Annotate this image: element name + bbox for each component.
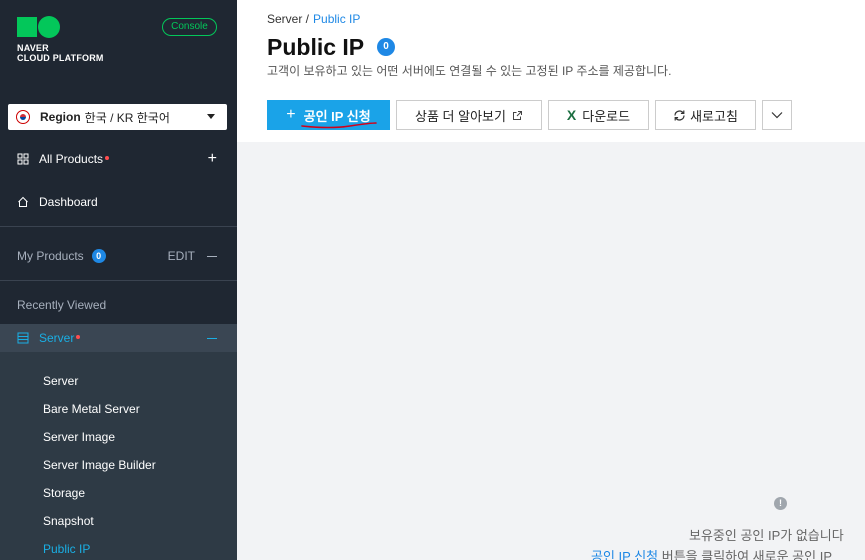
learn-more-label: 상품 더 알아보기 <box>415 108 506 124</box>
breadcrumb-parent[interactable]: Server / <box>267 12 309 26</box>
my-products-label: My Products <box>17 249 84 263</box>
subnav-item-server-image-builder[interactable]: Server Image Builder <box>43 458 156 472</box>
breadcrumb: Server / Public IP <box>267 12 360 26</box>
edit-button[interactable]: EDIT <box>168 249 195 263</box>
refresh-label: 새로고침 <box>690 108 738 124</box>
page-subtitle: 고객이 보유하고 있는 어떤 서버에도 연결될 수 있는 고정된 IP 주소를 … <box>267 64 672 78</box>
sidebar-divider <box>0 280 237 281</box>
annotation-underline-icon <box>301 122 377 129</box>
server-icon <box>17 332 29 344</box>
nav-server-group[interactable]: Server <box>0 324 237 352</box>
sidebar-divider <box>0 226 237 227</box>
external-link-icon <box>512 110 522 120</box>
recently-viewed-label: Recently Viewed <box>17 298 107 312</box>
naver-cloud-logo[interactable]: NAVER CLOUD PLATFORM <box>17 16 104 63</box>
download-label: 다운로드 <box>582 108 631 124</box>
subnav-item-snapshot[interactable]: Snapshot <box>43 514 94 528</box>
region-label: Region <box>40 110 81 124</box>
server-group-label: Server <box>39 331 75 345</box>
chevron-down-icon <box>771 112 783 119</box>
breadcrumb-current[interactable]: Public IP <box>313 12 360 26</box>
logo-line1: NAVER <box>17 43 49 53</box>
refresh-icon <box>674 109 685 121</box>
learn-more-button[interactable]: 상품 더 알아보기 <box>396 100 542 130</box>
nav-my-products[interactable]: My Products 0 EDIT <box>0 249 237 263</box>
nav-dashboard[interactable]: Dashboard <box>0 195 237 209</box>
empty-state-hint-text: 버튼을 클릭하여 새로운 공인 IP <box>658 549 832 560</box>
empty-state-hint: 공인 IP 신청 버튼을 클릭하여 새로운 공인 IP <box>591 546 832 560</box>
region-value: 한국 / KR 한국어 <box>84 110 170 125</box>
caret-down-icon <box>207 114 215 119</box>
subnav-item-public-ip[interactable]: Public IP <box>43 542 90 556</box>
nav-all-products[interactable]: All Products + <box>0 151 237 167</box>
server-subnav: Server Bare Metal Server Server Image Se… <box>0 352 237 560</box>
plus-icon[interactable]: + <box>208 151 217 167</box>
title-count-badge: 0 <box>377 38 395 56</box>
new-dot-icon <box>76 335 81 339</box>
all-products-label: All Products <box>39 152 104 166</box>
nav-recently-viewed[interactable]: Recently Viewed <box>0 298 237 312</box>
excel-icon: X <box>566 107 577 123</box>
subnav-item-server[interactable]: Server <box>43 374 78 388</box>
empty-state-apply-link[interactable]: 공인 IP 신청 <box>591 549 658 560</box>
logo-line2: CLOUD PLATFORM <box>17 53 104 63</box>
subnav-item-storage[interactable]: Storage <box>43 486 85 500</box>
download-button[interactable]: X 다운로드 <box>548 100 649 130</box>
my-products-count-badge: 0 <box>91 249 106 263</box>
info-icon: ! <box>774 497 787 510</box>
content-area <box>237 142 865 560</box>
dashboard-label: Dashboard <box>39 195 98 209</box>
plus-icon: + <box>286 106 296 123</box>
subnav-item-server-image[interactable]: Server Image <box>43 430 115 444</box>
sidebar: NAVER CLOUD PLATFORM Console Region 한국 /… <box>0 0 237 560</box>
new-dot-icon <box>105 156 110 160</box>
korea-flag-icon <box>16 110 30 124</box>
collapse-minus-icon[interactable] <box>207 337 217 339</box>
empty-state-message: 보유중인 공인 IP가 없습니다 <box>689 528 844 543</box>
subnav-item-bare-metal-server[interactable]: Bare Metal Server <box>43 402 140 416</box>
grid-icon <box>17 153 29 165</box>
console-badge[interactable]: Console <box>162 18 217 36</box>
page-title: Public IP <box>267 34 365 60</box>
home-icon <box>18 196 28 207</box>
logo-mark-icon <box>17 16 104 38</box>
more-dropdown-button[interactable] <box>762 100 792 130</box>
refresh-button[interactable]: 새로고침 <box>655 100 756 130</box>
collapse-minus-icon[interactable] <box>207 255 217 257</box>
region-selector[interactable]: Region 한국 / KR 한국어 <box>8 104 227 130</box>
